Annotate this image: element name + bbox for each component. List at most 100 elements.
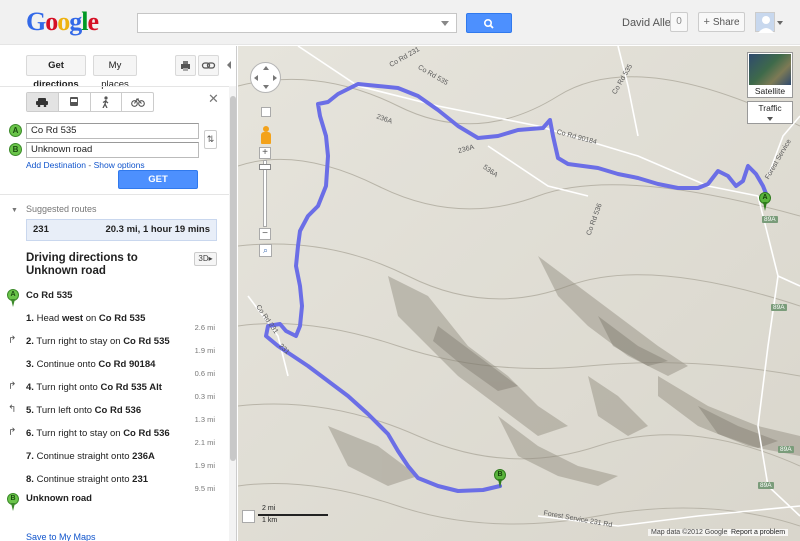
- show-options-link[interactable]: Show options: [94, 160, 145, 170]
- terrain-layer: [238, 46, 800, 541]
- get-directions-tab[interactable]: Get directions: [26, 55, 86, 90]
- step-number: 7.: [26, 451, 34, 462]
- step-distance: 1.9 mi: [194, 461, 215, 470]
- step-number: 3.: [26, 359, 34, 370]
- logo-letter: o: [57, 7, 70, 36]
- step-instruction: Continue straight onto: [36, 474, 133, 485]
- search-input[interactable]: [137, 13, 457, 33]
- search-button[interactable]: [466, 13, 512, 33]
- step-instruction: Turn right onto: [36, 382, 101, 393]
- route-summary: 20.3 mi, 1 hour 19 mins: [105, 224, 210, 235]
- step-instruction: Continue onto: [36, 359, 99, 370]
- print-button[interactable]: [175, 55, 196, 76]
- directions-panel: Get directions My places ✕ A Co Rd 535 B…: [0, 46, 237, 541]
- add-destination-link[interactable]: Add Destination: [26, 160, 86, 170]
- pan-control[interactable]: [250, 62, 281, 93]
- collapse-panel-icon[interactable]: [227, 61, 231, 69]
- direction-step[interactable]: 3. Continue onto Co Rd 90184 0.6 mi: [0, 356, 236, 378]
- step-text: 6. Turn right to stay on Co Rd 536: [26, 428, 170, 439]
- satellite-toggle-button[interactable]: Satellite: [747, 52, 793, 98]
- map-marker-b-icon[interactable]: B: [494, 469, 506, 489]
- walking-mode-button[interactable]: [91, 93, 123, 111]
- step-road: Co Rd 535: [123, 336, 170, 347]
- waypoint-b-input[interactable]: Unknown road: [26, 142, 199, 158]
- step-text: 7. Continue straight onto 236A: [26, 451, 155, 462]
- map-marker-a-icon[interactable]: A: [759, 192, 771, 212]
- 3d-view-button[interactable]: 3D▸: [194, 252, 217, 266]
- highway-shield: 89A: [762, 216, 778, 223]
- zoom-reset-icon[interactable]: [261, 107, 271, 117]
- scale-bar: [258, 514, 328, 516]
- pan-right-icon[interactable]: [273, 75, 277, 81]
- direction-step[interactable]: ↱ 4. Turn right onto Co Rd 535 Alt 0.3 m…: [0, 379, 236, 402]
- bus-icon: [70, 96, 79, 106]
- direction-step[interactable]: ↱ 6. Turn right to stay on Co Rd 536 2.1…: [0, 425, 236, 448]
- waypoint-a-input[interactable]: Co Rd 535: [26, 123, 199, 139]
- step-instruction: Continue straight onto: [36, 451, 133, 462]
- transit-mode-button[interactable]: [59, 93, 91, 111]
- report-problem-link[interactable]: Report a problem: [728, 529, 789, 536]
- user-name[interactable]: David Allen: [622, 17, 677, 29]
- traffic-layer-button[interactable]: Traffic: [747, 101, 793, 124]
- direction-step[interactable]: 8. Continue straight onto 231 9.5 mi: [0, 471, 236, 493]
- highway-shield: 89A: [771, 304, 787, 311]
- bicycle-icon: [130, 98, 145, 107]
- step-distance: 9.5 mi: [194, 484, 215, 493]
- step-distance: 0.3 mi: [194, 392, 215, 401]
- save-to-my-maps-link[interactable]: Save to My Maps: [26, 532, 96, 541]
- step-text: 8. Continue straight onto 231: [26, 474, 148, 485]
- suggested-routes-label: Suggested routes: [25, 204, 97, 214]
- zoom-in-button[interactable]: +: [259, 147, 271, 159]
- share-button[interactable]: + Share: [698, 12, 745, 32]
- get-directions-button[interactable]: GET DIRECTIONS: [118, 170, 198, 202]
- link-button[interactable]: [198, 55, 219, 76]
- step-number: 1.: [26, 313, 34, 324]
- my-places-tab[interactable]: My places: [93, 55, 137, 90]
- logo-letter: o: [45, 7, 58, 36]
- swap-waypoints-icon[interactable]: ⇅: [204, 130, 217, 149]
- end-pin-icon[interactable]: B: [7, 493, 19, 511]
- zoom-slider[interactable]: [263, 160, 267, 227]
- route-name: 231: [33, 224, 49, 235]
- pan-down-icon[interactable]: [263, 85, 269, 89]
- close-icon[interactable]: ✕: [208, 91, 219, 107]
- car-mode-button[interactable]: [27, 93, 59, 111]
- divider: [0, 194, 236, 195]
- google-logo[interactable]: Google: [26, 7, 99, 37]
- chevron-down-icon[interactable]: [777, 21, 783, 25]
- highway-shield: 89A: [758, 482, 774, 489]
- direction-step[interactable]: ↰ 5. Turn left onto Co Rd 536 1.3 mi: [0, 402, 236, 425]
- suggested-routes-header[interactable]: ▼ Suggested routes: [11, 204, 97, 214]
- printer-icon: [181, 61, 190, 71]
- step-distance: 0.6 mi: [194, 369, 215, 378]
- pan-up-icon[interactable]: [263, 66, 269, 70]
- bicycle-mode-button[interactable]: [122, 93, 153, 111]
- logo-letter: e: [87, 7, 99, 36]
- pan-left-icon[interactable]: [254, 75, 258, 81]
- magnifier-icon[interactable]: ⌕: [259, 244, 272, 257]
- scrollbar-thumb[interactable]: [230, 96, 236, 461]
- map-canvas[interactable]: Co Rd 231 Co Rd 535 Co Rd 535 236A 236A …: [238, 46, 800, 541]
- direction-step[interactable]: 1. Head west on Co Rd 535 2.6 mi: [0, 310, 236, 332]
- link-separator: -: [86, 160, 94, 170]
- step-distance: 1.9 mi: [194, 346, 215, 355]
- link-icon: [201, 62, 216, 69]
- start-location-name: Co Rd 535: [26, 290, 73, 301]
- avatar[interactable]: [755, 12, 775, 33]
- direction-step[interactable]: ↱ 2. Turn right to stay on Co Rd 535 1.9…: [0, 333, 236, 356]
- chevron-down-icon: [767, 117, 773, 121]
- notification-count[interactable]: 0: [670, 12, 688, 32]
- zoom-out-button[interactable]: −: [259, 228, 271, 240]
- direction-step[interactable]: 7. Continue straight onto 236A 1.9 mi: [0, 448, 236, 470]
- waypoint-a-marker[interactable]: A: [9, 124, 22, 137]
- street-view-thumbnail-icon[interactable]: [242, 510, 255, 523]
- suggested-route-row[interactable]: 231 20.3 mi, 1 hour 19 mins: [26, 219, 217, 241]
- zoom-slider-handle[interactable]: [259, 164, 271, 170]
- dropdown-caret-icon[interactable]: [441, 21, 449, 26]
- step-text: 5. Turn left onto Co Rd 536: [26, 405, 141, 416]
- waypoint-b-marker[interactable]: B: [9, 143, 22, 156]
- end-location-name: Unknown road: [26, 493, 92, 504]
- start-pin-icon[interactable]: A: [7, 289, 19, 307]
- logo-letter: G: [26, 7, 46, 36]
- pegman-body: [261, 132, 271, 144]
